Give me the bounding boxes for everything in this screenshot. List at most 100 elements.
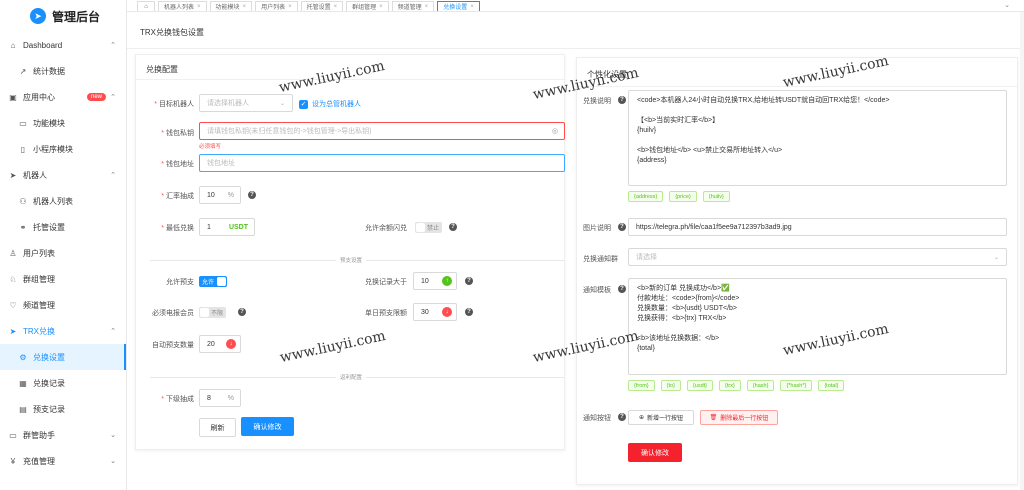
- help-icon[interactable]: ?: [238, 308, 246, 316]
- variable-tag[interactable]: {hash}: [746, 380, 775, 391]
- close-icon[interactable]: ×: [197, 4, 201, 10]
- notify-group-label: 兑换通知群: [583, 256, 618, 263]
- help-icon[interactable]: ?: [618, 223, 626, 231]
- default-robot-checkbox[interactable]: ✓ 设为总管机器人: [299, 99, 361, 109]
- target-robot-label: * 目标机器人: [154, 101, 194, 108]
- variable-tag[interactable]: {usdt}: [686, 380, 714, 391]
- sidebar-item-0[interactable]: ⌂ Dashboard ⌃: [0, 32, 126, 58]
- help-icon[interactable]: ?: [465, 308, 473, 316]
- invite-divider-text: 返利配置: [336, 373, 367, 381]
- variable-tag[interactable]: {price}: [669, 191, 697, 202]
- confirm-right-button[interactable]: 确认修改: [628, 443, 682, 462]
- tab-5[interactable]: 群组管理 ×: [346, 1, 389, 11]
- decrease-icon[interactable]: ↓: [442, 307, 452, 317]
- help-icon[interactable]: ?: [248, 191, 256, 199]
- delete-row-button[interactable]: 🗑 删除最后一行按钮: [700, 410, 778, 425]
- balance-flash-switch[interactable]: 禁止: [415, 222, 442, 233]
- sidebar-item-16[interactable]: ¥ 充值管理 ⌄: [0, 448, 126, 474]
- wallet-key-label: * 钱包私钥: [161, 130, 194, 137]
- lower-commission-input[interactable]: 8%: [199, 389, 241, 407]
- tab-2[interactable]: 功能模块 ×: [209, 1, 253, 11]
- sidebar-item-1[interactable]: ↗ 统计数据: [0, 58, 126, 84]
- notify-group-select[interactable]: 请选择 ⌄: [628, 248, 1007, 266]
- sidebar-item-9[interactable]: ♘ 群组管理: [0, 266, 126, 292]
- close-icon[interactable]: ×: [243, 4, 247, 10]
- sidebar-item-15[interactable]: ▭ 群管助手 ⌄: [0, 422, 126, 448]
- logo[interactable]: ➤ 管理后台: [0, 0, 126, 32]
- exchange-icon: ➤: [9, 326, 17, 336]
- close-icon[interactable]: ×: [379, 4, 383, 10]
- sidebar-item-10[interactable]: ♡ 频道管理: [0, 292, 126, 318]
- tab-4[interactable]: 托管设置 ×: [300, 1, 344, 11]
- image-url-input[interactable]: https://telegra.ph/file/caa1f5ee9a712397…: [628, 218, 1007, 236]
- exchange-config-title: 兑换配置: [146, 65, 178, 74]
- variable-tag[interactable]: {from}: [628, 380, 655, 391]
- close-icon[interactable]: ×: [334, 4, 338, 10]
- sidebar-item-7[interactable]: ⚭ 托管设置: [0, 214, 126, 240]
- required-mark: *: [154, 101, 157, 108]
- close-icon[interactable]: ×: [288, 4, 292, 10]
- tab-home[interactable]: ⌂: [137, 1, 155, 11]
- text-line: 兑换获得：<b>{trx} TRX</b>: [637, 315, 727, 322]
- tab-3[interactable]: 用户列表 ×: [255, 1, 298, 11]
- notify-template-textarea[interactable]: <b>新的订单 兑换成功</b>✅ 付款地址：<code>{from}</code…: [628, 278, 1007, 375]
- close-icon[interactable]: ×: [470, 4, 474, 10]
- variable-tag[interactable]: {total}: [818, 380, 845, 391]
- sidebar-item-14[interactable]: ▤ 预支记录: [0, 396, 126, 422]
- sidebar-item-5[interactable]: ➤ 机器人 ⌃: [0, 162, 126, 188]
- min-exchange-input[interactable]: 1 USDT: [199, 218, 255, 236]
- sidebar-item-11[interactable]: ➤ TRX兑换 ⌃: [0, 318, 126, 344]
- telegram-member-switch[interactable]: 不限: [199, 307, 226, 318]
- allow-prepay-label: 允许预支: [166, 279, 194, 286]
- allow-prepay-switch[interactable]: 允许: [199, 276, 227, 287]
- page-title: TRX兑换钱包设置: [140, 28, 204, 37]
- variable-tag[interactable]: {trx}: [719, 380, 741, 391]
- rate-input[interactable]: 10%: [199, 186, 241, 204]
- sidebar-item-12[interactable]: ⚙ 兑换设置: [0, 344, 126, 370]
- variable-tag[interactable]: {to}: [660, 380, 681, 391]
- increase-icon[interactable]: ↑: [442, 276, 452, 286]
- refresh-button[interactable]: 刷新: [199, 418, 236, 437]
- tab-1[interactable]: 机器人列表 ×: [158, 1, 207, 11]
- confirm-left-button[interactable]: 确认修改: [241, 417, 294, 436]
- single-limit-label: 单日预支限额: [365, 310, 407, 317]
- eye-icon[interactable]: ◎: [552, 127, 558, 135]
- sidebar-item-label: 机器人列表: [33, 196, 73, 206]
- sidebar-item-13[interactable]: ▦ 兑换记录: [0, 370, 126, 396]
- target-robot-select[interactable]: 请选择机器人 ⌄: [199, 94, 293, 112]
- tab-label: 机器人列表: [164, 5, 195, 11]
- help-icon[interactable]: ?: [618, 96, 626, 104]
- sidebar-item-4[interactable]: ▯ 小程序模块: [0, 136, 126, 162]
- required-mark: *: [161, 193, 164, 200]
- variable-tag[interactable]: {huilv}: [702, 191, 730, 202]
- close-icon[interactable]: ×: [425, 4, 429, 10]
- scrollbar[interactable]: [1020, 12, 1024, 490]
- add-row-button[interactable]: ⊕ 新增一行按钮: [628, 410, 694, 425]
- sidebar-item-3[interactable]: ▭ 功能模块: [0, 110, 126, 136]
- wallet-key-input[interactable]: 请填钱包私钥(未归任意钱包的->钱包管理->导出私钥) ◎: [199, 122, 565, 140]
- variable-tag[interactable]: {address}: [628, 191, 664, 202]
- sidebar-item-2[interactable]: ▣ 应用中心 new ⌃: [0, 84, 126, 110]
- user-icon: ♙: [9, 248, 17, 258]
- auto-prepay-input[interactable]: 20 ↓: [199, 335, 241, 353]
- app-icon: ▣: [9, 92, 17, 102]
- variable-tag[interactable]: {*hash*}: [780, 380, 813, 391]
- heart-icon: ♡: [9, 300, 17, 310]
- help-icon[interactable]: ?: [449, 223, 457, 231]
- tab-7[interactable]: 兑换设置 ×: [437, 1, 480, 11]
- single-limit-input[interactable]: 30 ↓: [413, 303, 457, 321]
- sidebar-item-8[interactable]: ♙ 用户列表: [0, 240, 126, 266]
- title-divider: [127, 48, 1024, 49]
- desc-textarea[interactable]: <code>本机器人24小时自动兑换TRX,给地址转USDT就自动回TRX给您！…: [628, 90, 1007, 186]
- wallet-address-input[interactable]: 钱包地址: [199, 154, 565, 172]
- more-chevron-icon[interactable]: ⌄: [1004, 1, 1010, 9]
- decrease-icon[interactable]: ↓: [226, 339, 236, 349]
- tab-6[interactable]: 频道管理 ×: [391, 1, 435, 11]
- main-content: TRX兑换钱包设置 兑换配置 * 目标机器人 请选择机器人 ⌄ ✓ 设为总管机器人 *…: [127, 12, 1024, 490]
- sidebar-item-6[interactable]: ⚇ 机器人列表: [0, 188, 126, 214]
- help-icon[interactable]: ?: [465, 277, 473, 285]
- record-gt-input[interactable]: 10 ↑: [413, 272, 457, 290]
- tab-label: 托管设置: [306, 5, 331, 11]
- help-icon[interactable]: ?: [618, 413, 626, 421]
- help-icon[interactable]: ?: [618, 285, 626, 293]
